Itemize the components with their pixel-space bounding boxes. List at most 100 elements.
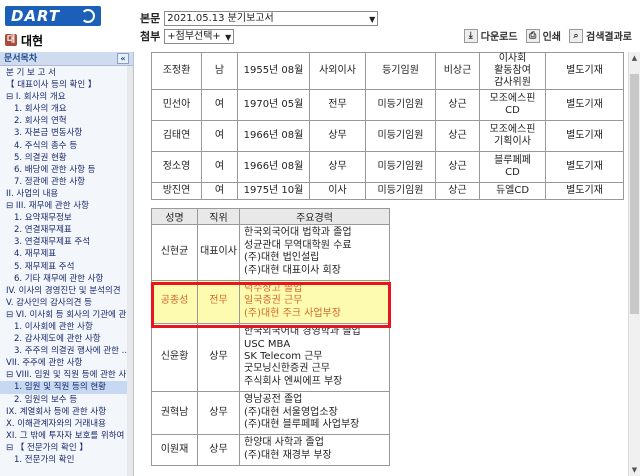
toc-item[interactable]: 2. 감사제도에 관한 사항 (0, 333, 133, 345)
toc-item[interactable]: ⊟ VI. 이사회 등 회사의 기관에 관한 (0, 309, 133, 321)
toc-item[interactable]: 2. 회사의 연혁 (0, 115, 133, 127)
cell-gender: 여 (201, 182, 238, 200)
toc-item[interactable]: 1. 임원 및 직원 등의 현황 (0, 381, 133, 394)
content-scrollbar[interactable]: ▲ ▼ (628, 52, 640, 476)
duty-line: 블루페페 (494, 155, 531, 166)
attach-select[interactable]: +첨부선택+ ▼ (164, 28, 235, 44)
toc-item[interactable]: II. 사업의 내용 (0, 188, 133, 200)
report-selector-row: 본문 2021.05.13 분기보고서 ▼ (140, 10, 379, 26)
header-name: 성명 (151, 208, 198, 225)
toc-item[interactable]: 4. 주식의 총수 등 (0, 140, 133, 152)
toc-item[interactable]: X. 이해관계자와의 거래내용 (0, 418, 133, 430)
career-row: 신윤황 상무 한국외국어대 경영학과 졸업 USC MBA SK Telecom 근무 굿… (151, 322, 390, 392)
cell-fulltime: 상근 (435, 89, 480, 121)
toc-item[interactable]: ⊟ III. 재무에 관한 사항 (0, 200, 133, 212)
toc-item[interactable]: VII. 주주에 관한 사항 (0, 357, 133, 369)
duty-line: CD (505, 105, 520, 116)
toc-item[interactable]: 【 대표이사 등의 확인 】 (0, 79, 133, 91)
company-name: 대현 (21, 33, 44, 48)
toc-item[interactable]: XI. 그 밖에 투자자 보호를 위하여 (0, 430, 133, 442)
cell-fulltime: 상근 (435, 120, 480, 152)
career-line: 주식회사 엔씨에프 부장 (244, 375, 343, 387)
cell-type: 미등기임원 (365, 89, 436, 121)
duty-line: 듀엘CD (495, 185, 530, 196)
toc-item[interactable]: ⊟ VIII. 임원 및 직원 등에 관한 사항 (0, 369, 133, 381)
toc-item[interactable]: 7. 정관에 관한 사항 (0, 176, 133, 188)
toc-item[interactable]: 3. 연결재무제표 주석 (0, 236, 133, 248)
sidebar-scrollbar[interactable] (127, 66, 133, 476)
cell-birth: 1966년 08월 (237, 151, 310, 183)
career-line: 한국외국어대 법학과 졸업 (244, 227, 352, 239)
toc-item[interactable]: 1. 전문가의 확인 (0, 454, 133, 466)
table-row: 조정환 남 1955년 08월 사외이사 등기임원 비상근 이사회 활동참여 감사위원 별도기재 (151, 52, 624, 90)
cell-career: 한양대 사학과 졸업 (주)대현 재경부 부장 (239, 433, 390, 466)
sidebar-title: 문서목차 (4, 54, 38, 64)
toc-item[interactable]: 3. 자본금 변동사항 (0, 127, 133, 139)
career-line: (주)대현 대표이사 회장 (244, 264, 341, 276)
scroll-thumb[interactable] (630, 74, 639, 314)
toc-item[interactable]: 분 기 보 고 서 (0, 67, 133, 79)
cell-duty: 모조에스핀 기획이사 (479, 120, 546, 152)
toc-item[interactable]: 1. 회사의 개요 (0, 103, 133, 115)
cell-position: 대표이사 (197, 224, 240, 281)
cell-name: 정소영 (151, 151, 202, 183)
cell-career: 한국외국어대 법학과 졸업 성균관대 무역대학원 수료 (주)대현 법인설립 (주)대… (239, 224, 390, 281)
career-row: 신현균 대표이사 한국외국어대 법학과 졸업 성균관대 무역대학원 수료 (주)대현 법… (151, 224, 390, 281)
career-line: 영남공전 졸업 (244, 394, 303, 406)
cell-duty: 모조에스핀 CD (479, 89, 546, 121)
report-select[interactable]: 2021.05.13 분기보고서 ▼ (164, 10, 379, 26)
report-select-value: 2021.05.13 분기보고서 (167, 12, 274, 24)
toc-item[interactable]: 5. 재무제표 주석 (0, 261, 133, 273)
cell-career: 한국외국어대 경영학과 졸업 USC MBA SK Telecom 근무 굿모닝신한증… (239, 322, 390, 392)
toc-item[interactable]: ⊟ 【 전문가의 확인 】 (0, 442, 133, 454)
toc-item[interactable]: 6. 배당에 관한 사항 등 (0, 164, 133, 176)
toc-item[interactable]: V. 감사인의 감사의견 등 (0, 297, 133, 309)
career-line: 굿모닝신한증권 근무 (244, 363, 330, 375)
career-line: 한양대 사학과 졸업 (244, 437, 324, 449)
cell-position: 상무 (197, 322, 240, 392)
toc-item[interactable]: IV. 이사의 경영진단 및 분석의견 (0, 285, 133, 297)
dart-logo[interactable]: DART (5, 6, 101, 26)
cell-note: 별도기재 (545, 89, 624, 121)
toc-item[interactable]: ⊟ I. 회사의 개요 (0, 91, 133, 103)
career-row: 권혁남 상무 영남공전 졸업 (주)대현 서울영업소장 (주)대현 블루페페 사업부장 (151, 390, 390, 435)
attach-label: 첨부 (140, 30, 161, 43)
cell-fulltime: 상근 (435, 151, 480, 183)
career-row: 이원재 상무 한양대 사학과 졸업 (주)대현 재경부 부장 (151, 433, 390, 466)
scroll-up-icon[interactable]: ▲ (629, 52, 640, 64)
print-button[interactable]: ⎙ 인쇄 (525, 28, 561, 43)
download-icon: ⤓ (463, 28, 478, 43)
header-position: 직위 (197, 208, 240, 225)
scroll-down-icon[interactable]: ▼ (629, 464, 640, 476)
toc-item[interactable]: 4. 재무제표 (0, 248, 133, 260)
toc-item[interactable]: 3. 주주의 의결권 행사에 관한 ... (0, 345, 133, 357)
toc-item[interactable]: IX. 계열회사 등에 관한 사항 (0, 406, 133, 418)
toc-item[interactable]: 5. 의결권 현황 (0, 152, 133, 164)
cell-name: 권혁남 (151, 390, 198, 435)
company-icon: 대 (5, 34, 17, 46)
duty-line: 모조에스핀 (489, 124, 536, 135)
print-label: 인쇄 (542, 32, 561, 43)
duty-line: 감사위원 (494, 77, 531, 88)
career-line: SK Telecom 근무 (244, 351, 323, 363)
cell-career: 영남공전 졸업 (주)대현 서울영업소장 (주)대현 블루페페 사업부장 (239, 390, 390, 435)
toc-item[interactable]: 2. 임원의 보수 등 (0, 394, 133, 406)
cell-gender: 남 (201, 52, 238, 90)
toc-item[interactable]: 1. 이사회에 관한 사항 (0, 321, 133, 333)
chevron-down-icon: ▼ (369, 14, 376, 24)
printer-icon: ⎙ (525, 28, 540, 43)
toc-item[interactable]: 2. 연결재무제표 (0, 224, 133, 236)
toc-item[interactable]: 6. 기타 재무에 관한 사항 (0, 273, 133, 285)
cell-name: 신현균 (151, 224, 198, 281)
cell-note: 별도기재 (545, 52, 624, 90)
download-button[interactable]: ⤓ 다운로드 (463, 28, 518, 43)
search-results-button[interactable]: ⌕ 검색결과로 (569, 28, 632, 43)
cell-position: 이사 (309, 182, 366, 200)
cell-birth: 1970년 05월 (237, 89, 310, 121)
toc-item[interactable]: 1. 요약재무정보 (0, 212, 133, 224)
cell-position: 상무 (197, 433, 240, 466)
career-line: 일국증권 근무 (244, 295, 303, 307)
career-line: 성균관대 무역대학원 수료 (244, 239, 352, 251)
cell-position: 상무 (309, 151, 366, 183)
collapse-sidebar-button[interactable]: « (117, 53, 129, 64)
